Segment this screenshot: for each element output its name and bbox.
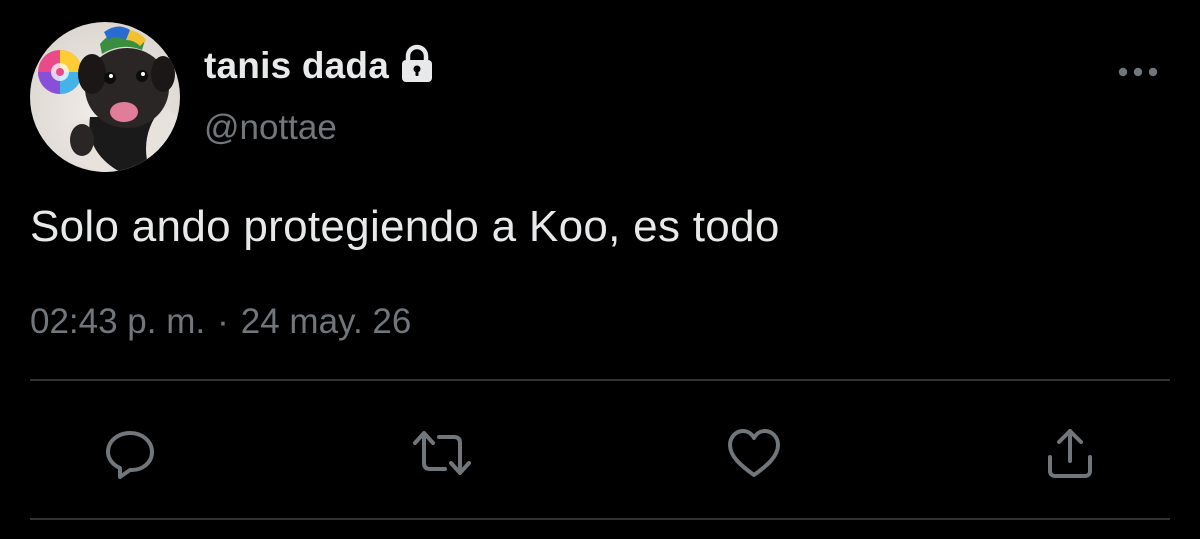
meta-separator: · [217, 302, 229, 341]
tweet-date: 24 may. 26 [240, 302, 412, 341]
tweet-text: Solo ando protegiendo a Koo, es todo [30, 202, 780, 251]
more-options-button[interactable] [1114, 56, 1162, 88]
retweet-button[interactable] [407, 418, 477, 488]
reply-icon [106, 431, 154, 479]
tweet-card: tanis dada @nottae Solo ando protegiendo… [0, 0, 1200, 539]
user-handle[interactable]: @nottae [204, 108, 337, 148]
display-name-row: tanis dada [204, 42, 435, 90]
action-bar [0, 418, 1200, 488]
tweet-timestamp[interactable]: 02:43 p. m. · 24 may. 26 [30, 302, 411, 342]
pug-avatar-image [30, 22, 180, 172]
share-icon [1048, 429, 1092, 478]
lollipop-icon [38, 50, 82, 94]
lock-icon [399, 44, 435, 84]
more-dots-icon [1118, 67, 1158, 77]
share-button[interactable] [1035, 418, 1105, 488]
display-name[interactable]: tanis dada [204, 45, 389, 87]
divider [30, 379, 1170, 381]
reply-button[interactable] [95, 418, 165, 488]
tweet-time: 02:43 p. m. [30, 302, 206, 341]
avatar[interactable] [30, 22, 180, 172]
like-icon [728, 429, 780, 477]
like-button[interactable] [719, 418, 789, 488]
divider [30, 518, 1170, 520]
retweet-icon [413, 431, 471, 475]
